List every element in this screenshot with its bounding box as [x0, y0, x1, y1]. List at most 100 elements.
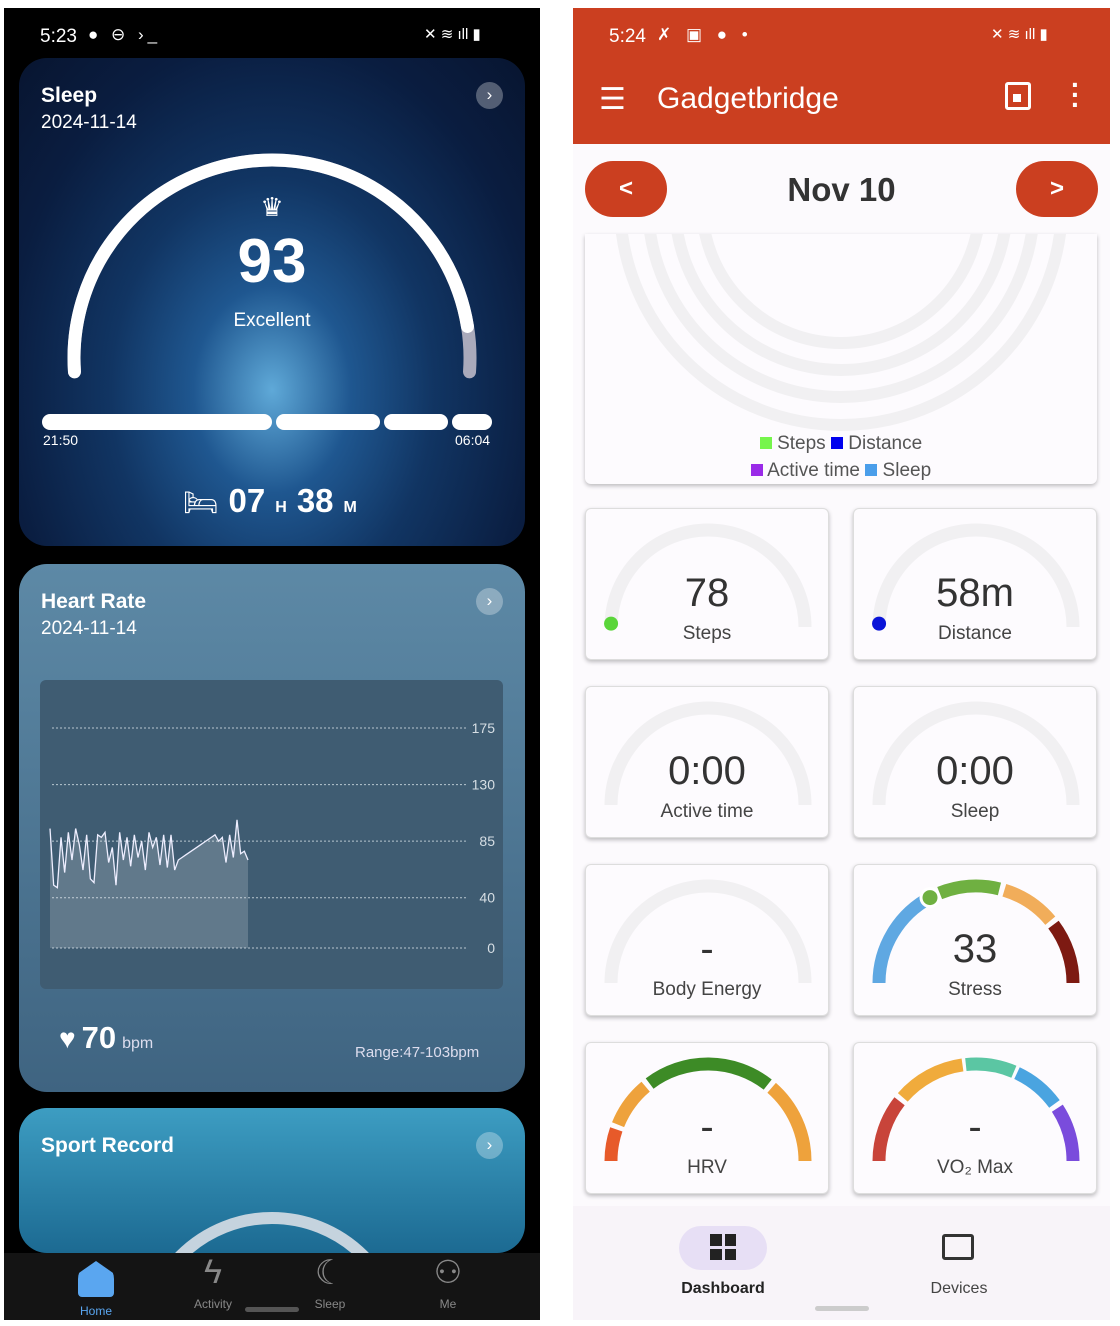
right-phone: 5:24 ✗ ▣ ● • ✕ ≋ ıll ▮ ☰ Gadgetbridge · ·… [573, 8, 1110, 1320]
distance-value: 58m [936, 571, 1014, 615]
nav-home[interactable]: Home [56, 1253, 136, 1318]
sleep-start: 21:50 [43, 432, 79, 448]
sport-ring [175, 1212, 369, 1253]
crown-icon: ♛ [260, 192, 284, 222]
nav-label: Activity [193, 1297, 232, 1311]
nav-label: Me [439, 1297, 457, 1311]
more-options-icon[interactable]: · · · [1071, 71, 1081, 119]
bottom-nav: Home ϟ Activity ☾ Sleep ⚇ Me [4, 1253, 540, 1320]
sleep-end: 06:04 [455, 432, 491, 448]
vo2-max-label: VO₂ Max [937, 1157, 1013, 1178]
nav-label: Sleep [314, 1297, 346, 1311]
menu-icon[interactable]: ☰ [599, 82, 626, 117]
steps-value: 78 [684, 571, 730, 615]
nav-devices-label[interactable]: Devices [905, 1280, 1013, 1298]
summary-ring [671, 234, 1011, 376]
calendar-icon[interactable] [1005, 82, 1031, 110]
hours-unit: H [275, 499, 287, 516]
steps-label: Steps [682, 623, 732, 644]
stress-gauge-card[interactable]: 33 Stress [853, 864, 1097, 1016]
notification-icons: ● ⊖ ›_ [88, 25, 162, 44]
rings-legend: Steps Distance Active time Sleep [585, 430, 1097, 484]
heart-icon: ♥ [59, 1023, 76, 1054]
stress-value: 33 [952, 927, 998, 971]
sleep-value: 0:00 [936, 749, 1014, 793]
hrv-gauge-card[interactable]: - HRV [585, 1042, 829, 1194]
bpm-value: 70 [81, 1020, 117, 1055]
hrv-label: HRV [687, 1157, 727, 1178]
vo2-max-gauge-card[interactable]: - VO₂ Max [853, 1042, 1097, 1194]
gauge-segment [1002, 884, 1056, 925]
sleep-hours: 07 [228, 482, 266, 519]
next-day-button[interactable]: > [1016, 161, 1098, 217]
heart-rate-card[interactable]: Heart Rate 2024-11-14 › 175 130 85 40 0 ♥ 70… [19, 564, 525, 1092]
summary-rings-card: Steps Distance Active time Sleep [585, 234, 1097, 484]
app-bar: 5:24 ✗ ▣ ● • ✕ ≋ ıll ▮ ☰ Gadgetbridge · ·… [573, 8, 1110, 144]
legend-steps: Steps [759, 433, 826, 454]
y-tick-label: 175 [472, 720, 496, 736]
chevron-right-icon[interactable]: › [476, 588, 503, 615]
chevron-right-icon[interactable]: › [476, 1132, 503, 1159]
sleep-stage-bar [42, 414, 492, 430]
nav-dashboard-label[interactable]: Dashboard [669, 1280, 777, 1298]
nav-dashboard[interactable] [679, 1226, 767, 1270]
home-icon [78, 1261, 114, 1297]
system-icons: ✕ ≋ ıll ▮ [991, 26, 1048, 43]
heart-rate-chart: 175 130 85 40 0 [40, 680, 503, 989]
legend-active-time: Active time [750, 460, 860, 481]
y-tick-label: 40 [479, 890, 495, 906]
vo2-max-value: - [968, 1105, 982, 1149]
gesture-bar [245, 1307, 299, 1312]
stress-label: Stress [948, 979, 1002, 1000]
app-title: Gadgetbridge [657, 82, 839, 115]
legend-distance: Distance [830, 433, 922, 454]
gauge-marker [919, 887, 941, 909]
minutes-unit: M [343, 499, 357, 516]
dashboard-icon [710, 1234, 736, 1260]
active-time-label: Active time [660, 801, 754, 822]
sleep-gauge-card[interactable]: 0:00 Sleep [853, 686, 1097, 838]
body-energy-value: - [700, 927, 714, 971]
system-icons: ✕ ≋ ıll ▮ [424, 26, 481, 43]
notification-icons: ✗ ▣ ● • [657, 25, 753, 44]
steps-gauge-card[interactable]: 78 Steps [585, 508, 829, 660]
hrv-value: - [700, 1105, 714, 1149]
y-tick-label: 130 [472, 777, 496, 793]
y-tick-label: 0 [487, 940, 495, 956]
current-heart-rate: ♥ 70 bpm [59, 1020, 153, 1056]
gauge-segment [1014, 1067, 1060, 1108]
devices-icon[interactable] [942, 1234, 974, 1260]
sleep-label: Sleep [950, 801, 1000, 822]
bpm-unit: bpm [122, 1035, 154, 1052]
nav-activity[interactable]: ϟ Activity [173, 1253, 253, 1311]
left-phone: 5:23 ● ⊖ ›_ ✕ ≋ ıll ▮ Sleep 2024-11-14 ›… [4, 8, 540, 1320]
sleep-rating: Excellent [233, 310, 311, 331]
active-time-value: 0:00 [668, 749, 746, 793]
gauge-segment [897, 1058, 964, 1102]
nav-me[interactable]: ⚇ Me [408, 1253, 488, 1311]
nav-label: Home [79, 1304, 112, 1318]
body-energy-label: Body Energy [652, 979, 762, 1000]
lightning-icon: ϟ [204, 1253, 222, 1291]
status-time: 5:24 [609, 26, 646, 47]
distance-gauge-card[interactable]: 58m Distance [853, 508, 1097, 660]
nav-sleep[interactable]: ☾ Sleep [290, 1253, 370, 1311]
summary-ring [699, 234, 983, 349]
sleep-card[interactable]: Sleep 2024-11-14 › ♛ 93 Excellent 21:50 … [19, 58, 525, 546]
y-tick-label: 85 [479, 833, 495, 849]
body-energy-gauge-card[interactable]: - Body Energy [585, 864, 829, 1016]
bed-icon: 🛏 [183, 487, 219, 518]
sleep-score-gauge [67, 153, 477, 379]
bottom-nav: Dashboard Devices [573, 1206, 1110, 1320]
status-time: 5:23 [40, 26, 77, 47]
person-icon: ⚇ [433, 1254, 463, 1290]
sport-record-card[interactable]: Sport Record › [19, 1108, 525, 1253]
active-time-gauge-card[interactable]: 0:00 Active time [585, 686, 829, 838]
sleep-minutes: 38 [296, 482, 334, 519]
moon-icon: ☾ [314, 1254, 346, 1292]
gauge-segment [937, 879, 1002, 900]
gauge-segment [965, 1057, 1017, 1078]
sleep-score: 93 [237, 227, 307, 296]
heart-rate-range: Range:47-103bpm [355, 1044, 480, 1061]
gesture-bar [815, 1306, 869, 1311]
